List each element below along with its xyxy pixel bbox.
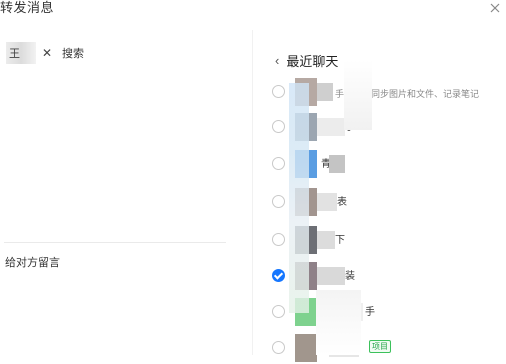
contact-name-blur [317,193,337,211]
privacy-blur [344,60,372,130]
search-input[interactable] [60,42,214,66]
selected-contact-chip: 王 ✕ [6,42,52,64]
chip-avatar: 王 [6,42,36,64]
chip-remove-button[interactable]: ✕ [42,46,52,60]
contact-name-blur [317,231,335,249]
contact-radio[interactable] [272,195,285,208]
contact-name: 装 [345,271,355,282]
contact-radio-checked[interactable] [272,269,285,282]
contact-row[interactable]: 拙 项目 [253,334,506,364]
forward-dialog: 转发消息 王 ✕ 给对方留言 ‹ 最近聊天 手，多端同步图片和文件、记录笔记 [0,0,506,362]
privacy-blur [289,83,309,313]
note-label: 给对方留言 [5,257,60,269]
chip-initial: 王 [9,48,20,60]
contact-name: 表 [337,197,347,208]
contact-name-blur [317,267,345,285]
contact-radio[interactable] [272,157,285,170]
recent-chats-title: 最近聊天 [286,54,339,69]
contact-name-blur [329,155,345,173]
project-tag: 项目 [369,340,391,353]
contact-radio[interactable] [272,341,285,354]
contact-avatar [295,334,317,362]
chevron-left-icon: ‹ [275,53,280,68]
contact-name-blur [317,83,333,101]
contact-name-blur [317,118,345,136]
contact-name: 手 [365,307,375,318]
contact-radio[interactable] [272,305,285,318]
note-field[interactable] [4,270,230,354]
privacy-blur [316,290,361,355]
dialog-title: 转发消息 [0,0,55,15]
close-icon[interactable] [488,1,502,15]
contact-radio[interactable] [272,120,285,133]
selected-pane: 王 ✕ 给对方留言 [0,30,248,355]
contact-name: 下 [335,235,345,246]
contact-radio[interactable] [272,233,285,246]
recent-chats-header[interactable]: ‹ 最近聊天 [275,51,338,70]
contact-radio[interactable] [272,85,285,98]
divider [4,242,226,243]
